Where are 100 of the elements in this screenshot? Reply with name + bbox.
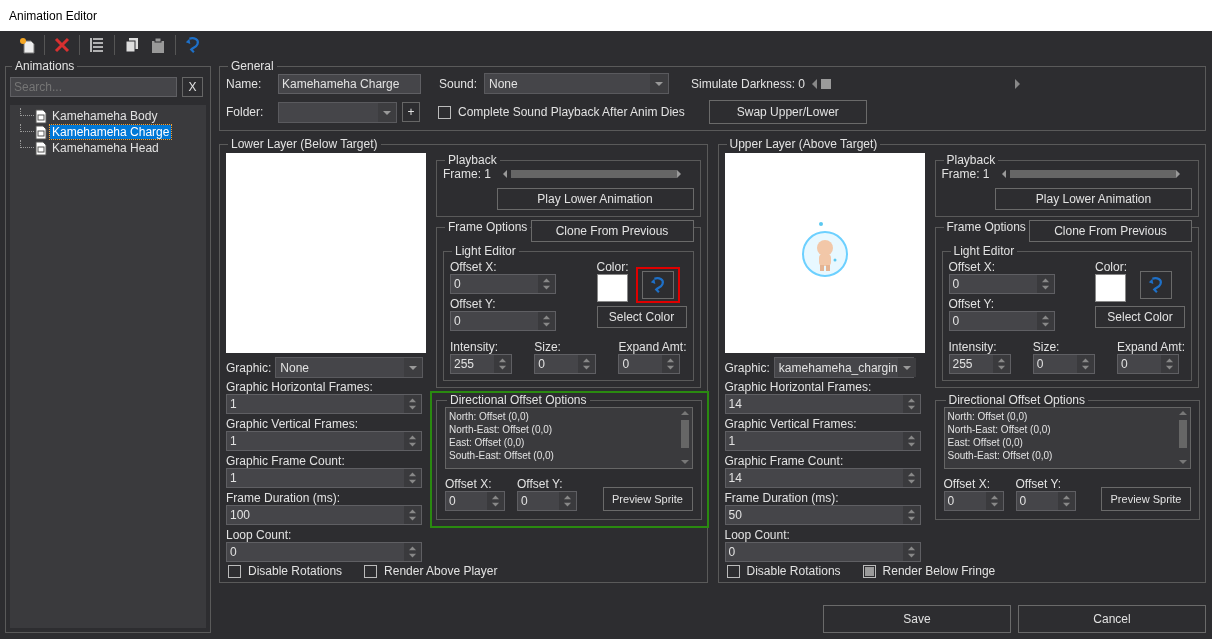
group-title: General [230,59,275,73]
checkbox[interactable] [438,105,451,119]
play-button[interactable]: Play Lower Animation [496,188,694,210]
field-label: Offset X: [445,477,493,491]
undo-icon [648,276,667,294]
dialog-button[interactable]: Save [823,605,1011,633]
checkbox-label: Disable Rotations [248,564,343,578]
field-label: Name: [226,76,263,91]
select-color-button[interactable]: Select Color [596,306,687,328]
tree-item[interactable]: Kamehameha Charge [50,125,172,139]
field-label: Color: [596,260,630,274]
checkbox[interactable] [228,564,241,578]
color-swatch[interactable] [1095,274,1126,302]
group-title: Playback [447,153,498,167]
dropdown[interactable]: None [484,73,669,94]
field-label: Graphic: [226,360,272,375]
field-label: Expand Amt: [1116,340,1185,354]
field-label: Graphic Horizontal Frames: [226,380,374,394]
group-title: Playback [945,153,997,167]
field-label: Graphic Frame Count: [724,454,845,468]
tree-item[interactable]: Kamehameha Head [50,141,161,155]
dropdown-caret-icon [404,358,423,377]
field-label: Size: [534,340,562,354]
group-title: Frame Options [447,220,529,234]
field-label: Intensity: [450,340,500,354]
field-label: Loop Count: [226,528,293,542]
dropdown-caret-icon [650,74,668,93]
field-label: Folder: [226,105,265,119]
field-label: Offset Y: [450,297,497,311]
list-item[interactable]: South-East: Offset (0,0) [449,449,675,462]
frame-label: Frame: 1 [443,167,491,181]
field-label: Frame Duration (ms): [724,491,840,505]
field-label: Graphic Horizontal Frames: [724,380,873,394]
list-item[interactable]: East: Offset (0,0) [449,436,675,449]
list-item[interactable]: North: Offset (0,0) [947,410,1173,423]
dialog-button[interactable]: Cancel [1018,605,1206,633]
frame-label: Frame: 1 [941,167,990,181]
play-button[interactable]: Play Lower Animation [995,188,1192,210]
group-title: Frame Options [945,220,1027,234]
clone-button[interactable]: Clone From Previous [1029,220,1192,242]
field-label: Color: [1095,260,1128,274]
checkbox-label: Render Below Fringe [882,564,996,578]
field-label: Graphic: [724,360,770,375]
name-field[interactable]: Kamehameha Charge [278,73,421,94]
swap-button[interactable]: Swap Upper/Lower [708,100,867,124]
checkbox[interactable] [726,564,740,578]
dropdown[interactable]: kamehameha_chargin [773,357,914,378]
field-label: Frame Duration (ms): [226,491,342,505]
group-title: Directional Offset Options [449,393,588,407]
add-folder-button[interactable]: + [402,102,420,122]
revert-button[interactable] [641,271,674,299]
dropdown[interactable] [278,101,397,123]
document-icon [34,124,48,140]
list-item[interactable]: North-East: Offset (0,0) [947,423,1173,436]
clone-button[interactable]: Clone From Previous [530,220,694,242]
color-swatch[interactable] [596,274,628,302]
group-title: Light Editor [952,244,1016,258]
preview-sprite-button[interactable]: Preview Sprite [602,487,693,511]
field-label: Offset Y: [948,297,996,311]
list-item[interactable]: East: Offset (0,0) [947,436,1173,449]
direction-list[interactable]: North: Offset (0,0) North-East: Offset (0,0) East: Offset (0,0) South-East: Offset (0,0) [445,407,693,469]
group-title: Directional Offset Options [947,393,1086,407]
field-label: Loop Count: [724,528,791,542]
field-label: Size: [1032,340,1061,354]
checkbox[interactable] [364,564,378,578]
field-label: Offset X: [948,260,996,274]
field-label: Graphic Frame Count: [226,454,346,468]
field-label: Sound: [439,76,479,91]
field-label: Intensity: [948,340,998,354]
field-label: Offset Y: [517,477,564,491]
dropdown-caret-icon [897,358,916,377]
group-title: Animations [14,59,76,73]
clear-search-button[interactable]: X [182,77,203,97]
group-title: Lower Layer (Below Target) [230,137,379,151]
list-item[interactable]: North: Offset (0,0) [449,410,675,423]
select-color-button[interactable]: Select Color [1095,306,1185,328]
dropdown[interactable]: None [275,357,424,378]
field-label: Offset X: [943,477,991,491]
list-item[interactable]: South-East: Offset (0,0) [947,449,1173,462]
checkbox[interactable] [862,564,876,578]
list-item[interactable]: North-East: Offset (0,0) [449,423,675,436]
field-label: Offset Y: [1015,477,1063,491]
field-label: Expand Amt: [618,340,687,354]
field-label: Offset X: [450,260,498,274]
undo-icon [184,36,202,54]
preview-sprite-button[interactable]: Preview Sprite [1101,487,1191,511]
field-label: Graphic Vertical Frames: [226,417,360,431]
checkbox-label: Complete Sound Playback After Anim Dies [458,105,685,119]
darkness-label: Simulate Darkness: 0 [691,76,806,91]
window-title: Animation Editor [9,8,98,23]
tree-item[interactable]: Kamehameha Body [50,109,160,123]
document-icon [34,108,48,124]
direction-list[interactable]: North: Offset (0,0) North-East: Offset (0,0) East: Offset (0,0) South-East: Offset (0,0) [943,407,1191,469]
dropdown-caret-icon [378,102,396,122]
checkbox-label: Disable Rotations [746,564,841,578]
undo-icon [1147,276,1165,294]
group-title: Upper Layer (Above Target) [728,137,879,151]
field-label: Graphic Vertical Frames: [724,417,858,431]
revert-button[interactable] [1140,271,1172,299]
checkbox-label: Render Above Player [384,564,498,578]
